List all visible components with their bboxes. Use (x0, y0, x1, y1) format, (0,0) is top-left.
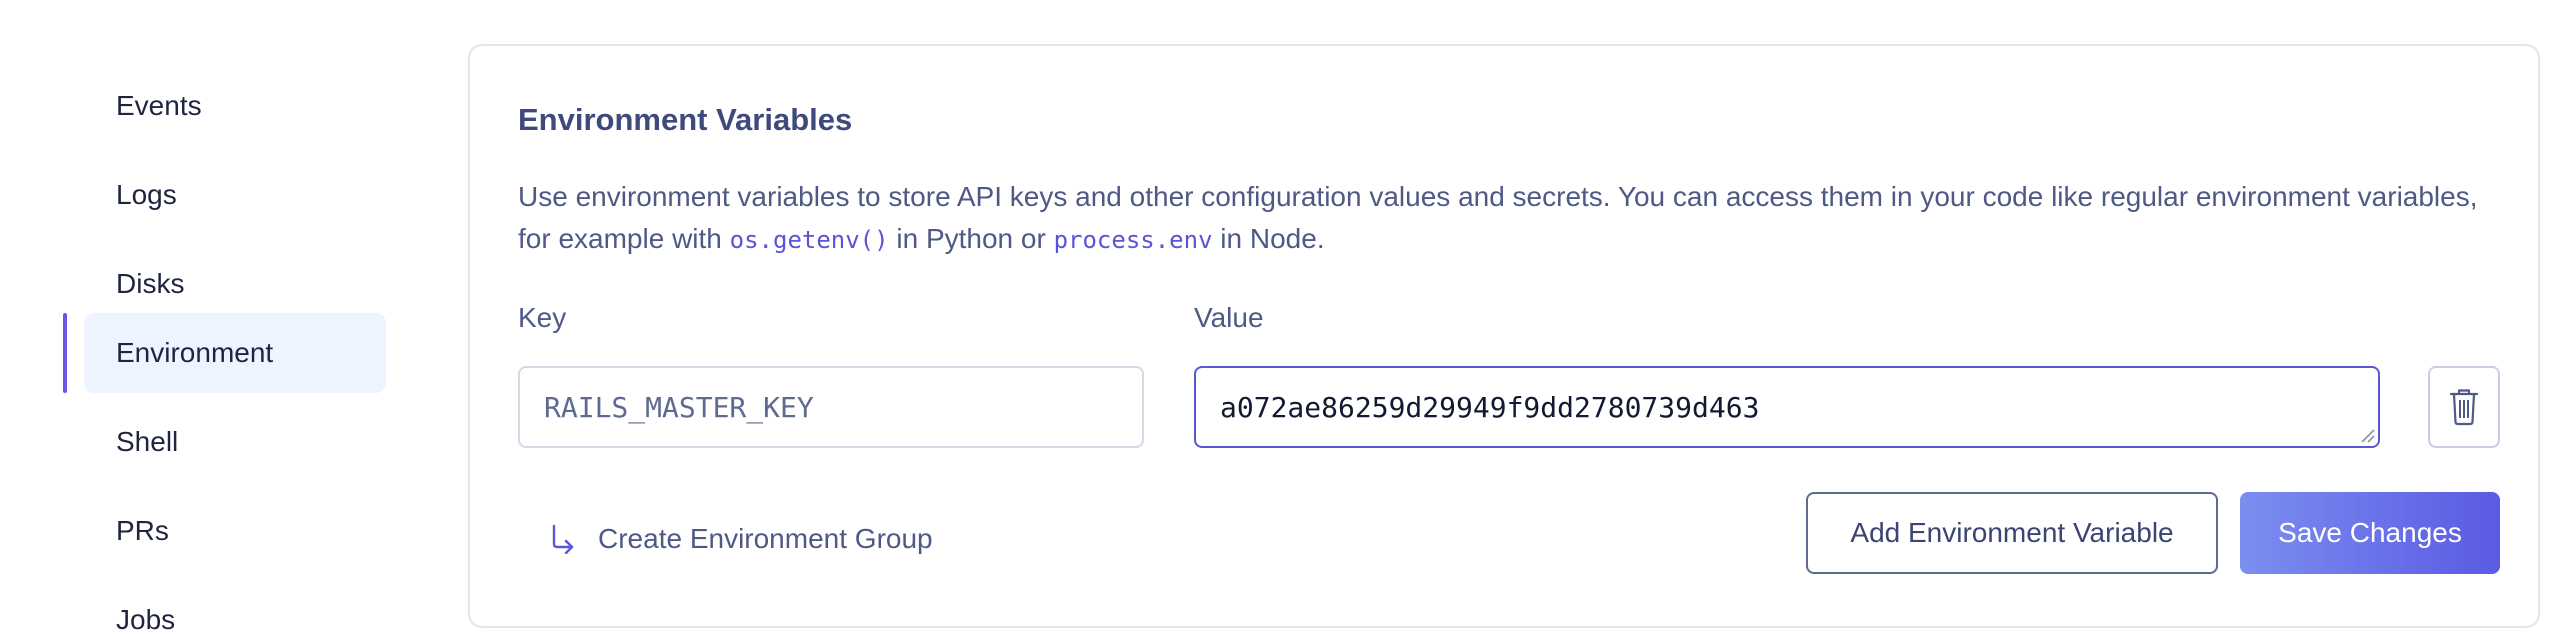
env-key-input[interactable] (518, 366, 1144, 448)
code-snippet-node: process.env (1053, 226, 1213, 254)
environment-variables-card: Environment Variables Use environment va… (468, 44, 2540, 628)
code-snippet-python: os.getenv() (729, 226, 889, 254)
resize-grip-icon[interactable] (2358, 426, 2376, 444)
env-value-input[interactable] (1194, 366, 2380, 448)
sidebar-item-shell[interactable]: Shell (84, 402, 386, 482)
section-title: Environment Variables (518, 102, 853, 137)
sidebar-nav: Events Logs Disks Environment Shell PRs … (0, 0, 400, 634)
sidebar-item-label: Environment (116, 337, 274, 368)
value-column-label: Value (1194, 302, 1264, 333)
section-description: Use environment variables to store API k… (518, 176, 2498, 261)
delete-variable-button[interactable] (2428, 366, 2500, 448)
save-changes-button[interactable]: Save Changes (2240, 492, 2500, 574)
description-text: in Node. (1212, 223, 1325, 254)
sidebar-item-label: Disks (116, 268, 185, 299)
add-environment-variable-button[interactable]: Add Environment Variable (1806, 492, 2218, 574)
sidebar-item-label: Logs (116, 179, 177, 210)
key-column-label: Key (518, 302, 567, 333)
sidebar-item-jobs[interactable]: Jobs (84, 580, 386, 634)
sidebar-item-environment[interactable]: Environment (84, 313, 386, 393)
arrow-down-right-icon (552, 524, 574, 554)
sidebar-item-events[interactable]: Events (84, 66, 386, 146)
create-group-label: Create Environment Group (598, 523, 933, 554)
sidebar-item-label: Events (116, 90, 202, 121)
create-environment-group-link[interactable]: Create Environment Group (550, 514, 933, 564)
trash-icon (2449, 389, 2479, 426)
active-indicator (63, 313, 67, 393)
sidebar-item-label: Jobs (116, 604, 176, 634)
sidebar-item-disks[interactable]: Disks (84, 244, 386, 324)
page: Events Logs Disks Environment Shell PRs … (0, 0, 2574, 634)
sidebar-item-logs[interactable]: Logs (84, 155, 386, 235)
sidebar-item-prs[interactable]: PRs (84, 491, 386, 571)
sidebar-item-label: Shell (116, 426, 179, 457)
description-text: in Python or (888, 223, 1054, 254)
sidebar-item-label: PRs (116, 515, 169, 546)
